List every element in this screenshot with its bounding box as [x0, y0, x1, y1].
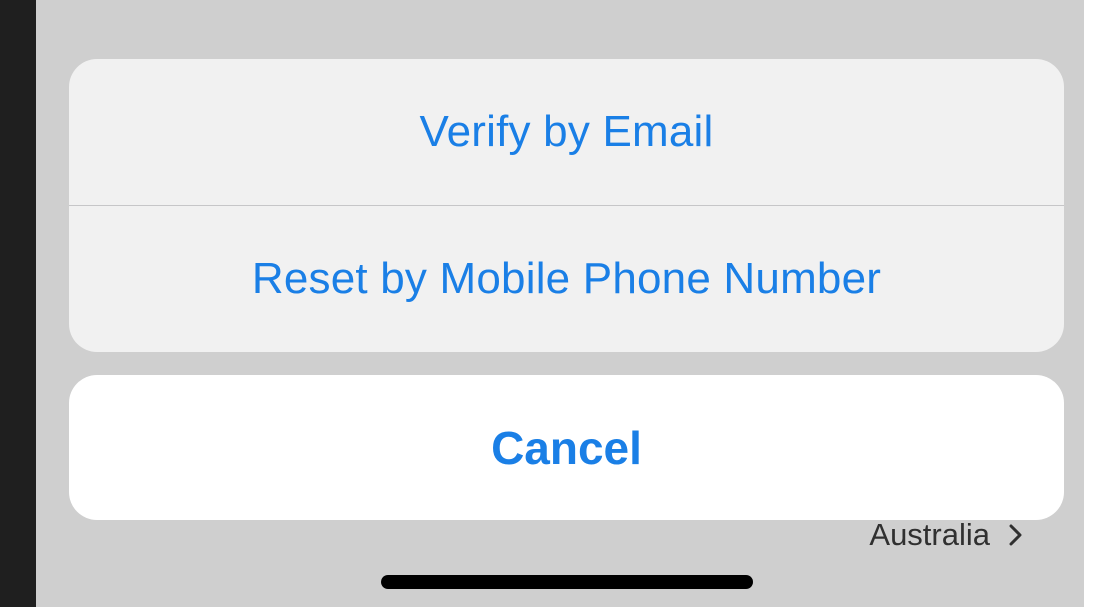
region-value: Australia	[869, 517, 990, 552]
action-sheet-options: Verify by Email Reset by Mobile Phone Nu…	[69, 59, 1064, 352]
region-row: Australia	[869, 517, 1028, 553]
reset-by-phone-button[interactable]: Reset by Mobile Phone Number	[69, 206, 1064, 352]
screen-edge	[1084, 0, 1098, 607]
phone-screen: Australia Verify by Email Reset by Mobil…	[36, 0, 1084, 607]
home-indicator[interactable]	[381, 575, 753, 589]
verify-by-email-button[interactable]: Verify by Email	[69, 59, 1064, 205]
cancel-button[interactable]: Cancel	[69, 375, 1064, 520]
chevron-right-icon	[1004, 521, 1028, 549]
